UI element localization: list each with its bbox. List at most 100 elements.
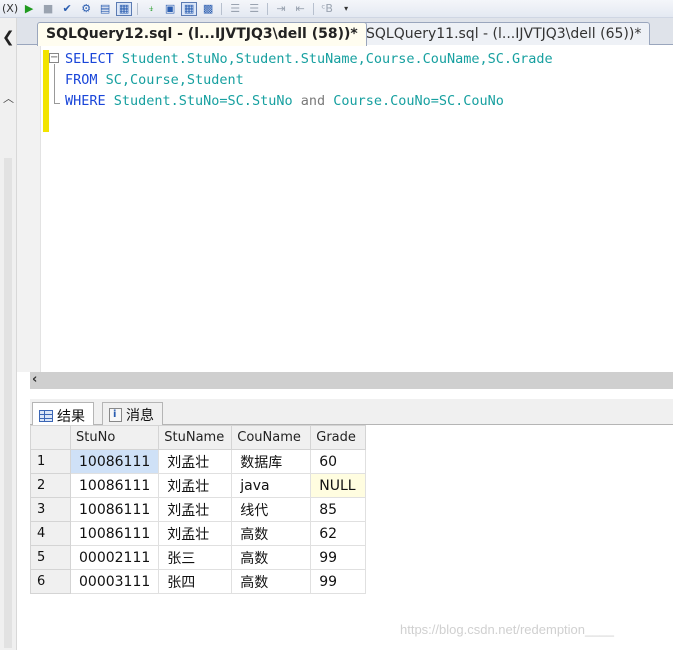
- cell-couname[interactable]: 高数: [231, 521, 312, 546]
- editor-horizontal-scrollbar[interactable]: ‹: [30, 372, 673, 389]
- comment-icon[interactable]: ☰: [227, 2, 243, 16]
- row-number[interactable]: 4: [30, 521, 71, 546]
- toolbar-separator: [137, 2, 139, 15]
- row-number[interactable]: 3: [30, 497, 71, 522]
- cell-stuname[interactable]: 刘孟壮: [158, 449, 233, 474]
- row-number[interactable]: 5: [30, 545, 71, 570]
- watermark: https://blog.csdn.net/redemption____: [400, 622, 614, 637]
- results-table: StuNo StuName CouName Grade 1 10086111 刘…: [30, 425, 367, 594]
- where-condition-1: Student.StuNo=SC.StuNo: [105, 93, 301, 109]
- outline-line: [54, 64, 55, 104]
- cell-grade[interactable]: NULL: [310, 473, 367, 498]
- collapse-panel-icon[interactable]: ❮: [2, 28, 15, 46]
- cell-grade[interactable]: 99: [310, 569, 367, 594]
- grid-icon[interactable]: ▦: [181, 1, 198, 16]
- column-header-couname[interactable]: CouName: [231, 425, 312, 450]
- cell-grade[interactable]: 85: [310, 497, 367, 522]
- row-number[interactable]: 1: [30, 449, 71, 474]
- tab-messages[interactable]: 消息: [102, 402, 163, 425]
- cell-stuno[interactable]: 10086111: [69, 449, 160, 474]
- table-row[interactable]: 4 10086111 刘孟壮 高数 62: [30, 521, 367, 546]
- cell-stuname[interactable]: 张四: [158, 569, 233, 594]
- cell-stuname[interactable]: 刘孟壮: [158, 497, 233, 522]
- code-line-1: SELECT Student.StuNo,Student.StuName,Cou…: [65, 49, 553, 70]
- toolbar-separator: [267, 2, 269, 15]
- column-header-grade[interactable]: Grade: [310, 425, 367, 450]
- cell-couname[interactable]: 高数: [231, 569, 312, 594]
- grid-icon: [39, 409, 53, 422]
- results-to-text-icon[interactable]: ▤: [97, 2, 113, 16]
- keyword-from: FROM: [65, 72, 98, 88]
- specify-values-icon[interactable]: ᶜB: [319, 2, 335, 16]
- tab-messages-label: 消息: [126, 408, 154, 424]
- indent-icon[interactable]: ⇥: [273, 2, 289, 16]
- table-row[interactable]: 2 10086111 刘孟壮 java NULL: [30, 473, 367, 498]
- uncomment-icon[interactable]: ☰: [246, 2, 262, 16]
- outdent-icon[interactable]: ⇤: [292, 2, 308, 16]
- cell-couname[interactable]: 高数: [231, 545, 312, 570]
- cell-stuno[interactable]: 00003111: [69, 569, 160, 594]
- cell-stuname[interactable]: 刘孟壮: [158, 521, 233, 546]
- query-options-icon[interactable]: ▣: [162, 2, 178, 16]
- sql-code: SELECT Student.StuNo,Student.StuName,Cou…: [65, 49, 553, 112]
- outline-end: [54, 103, 60, 104]
- toolbar-separator: [221, 2, 223, 15]
- select-list: Student.StuNo,Student.StuName,Course.Cou…: [113, 51, 553, 67]
- check-icon[interactable]: ✔: [59, 2, 75, 16]
- column-header-stuno[interactable]: StuNo: [69, 425, 160, 450]
- left-scrollbar[interactable]: [4, 158, 12, 648]
- table-row[interactable]: 3 10086111 刘孟壮 线代 85: [30, 497, 367, 522]
- results-grid: StuNo StuName CouName Grade 1 10086111 刘…: [30, 425, 673, 650]
- stop-icon[interactable]: ■: [40, 2, 56, 16]
- cell-stuno[interactable]: 10086111: [69, 521, 160, 546]
- cell-stuno[interactable]: 00002111: [69, 545, 160, 570]
- results-to-grid-icon[interactable]: ▦: [116, 1, 133, 16]
- table-row[interactable]: 1 10086111 刘孟壮 数据库 60: [30, 449, 367, 474]
- code-line-3: WHERE Student.StuNo=SC.StuNo and Course.…: [65, 91, 553, 112]
- menu-label[interactable]: (X): [2, 2, 18, 15]
- row-number-header[interactable]: [30, 425, 71, 450]
- toolbar-overflow-icon[interactable]: ▾: [338, 2, 354, 16]
- scroll-left-icon[interactable]: ‹: [32, 372, 37, 387]
- table-row[interactable]: 5 00002111 张三 高数 99: [30, 545, 367, 570]
- where-condition-2: Course.CouNo=SC.CouNo: [325, 93, 504, 109]
- debug-icon[interactable]: ⚙: [78, 2, 94, 16]
- execute-icon[interactable]: ▶: [21, 2, 37, 16]
- tab-results[interactable]: 结果: [32, 402, 94, 426]
- cell-couname[interactable]: 数据库: [231, 449, 312, 474]
- results-tabbar: 结果 消息: [30, 399, 673, 426]
- keyword-and: and: [300, 93, 326, 109]
- document-tabbar: SQLQuery11.sql - (l...IJVTJQ3\dell (65))…: [17, 18, 673, 46]
- from-list: SC,Course,Student: [97, 72, 244, 88]
- keyword-where: WHERE: [65, 93, 106, 109]
- tab-sqlquery11[interactable]: SQLQuery11.sql - (l...IJVTJQ3\dell (65))…: [357, 22, 651, 45]
- cell-stuname[interactable]: 刘孟壮: [158, 473, 233, 498]
- tab-results-label: 结果: [57, 408, 85, 425]
- cell-stuno[interactable]: 10086111: [69, 497, 160, 522]
- editor-margin: [17, 45, 41, 372]
- table-row[interactable]: 6 00003111 张四 高数 99: [30, 569, 367, 594]
- keyword-select: SELECT: [65, 51, 114, 67]
- left-panel-strip: ❮ ︿: [0, 18, 17, 650]
- outline-collapse-icon[interactable]: −: [49, 53, 59, 63]
- sql-editor[interactable]: − SELECT Student.StuNo,Student.StuName,C…: [17, 45, 673, 372]
- header-row: StuNo StuName CouName Grade: [30, 425, 367, 450]
- cell-grade[interactable]: 62: [310, 521, 367, 546]
- toolbar-separator: [313, 2, 315, 15]
- file-icon[interactable]: ▩: [200, 2, 216, 16]
- scroll-up-icon[interactable]: ︿: [3, 90, 14, 106]
- cell-stuname[interactable]: 张三: [158, 545, 233, 570]
- row-number[interactable]: 2: [30, 473, 71, 498]
- cell-grade[interactable]: 60: [310, 449, 367, 474]
- message-icon: [109, 408, 122, 422]
- cell-stuno[interactable]: 10086111: [69, 473, 160, 498]
- cell-grade[interactable]: 99: [310, 545, 367, 570]
- tab-sqlquery12[interactable]: SQLQuery12.sql - (l...IJVTJQ3\dell (58))…: [37, 22, 367, 46]
- query-toolbar: (X) ▶ ■ ✔ ⚙ ▤ ▦ ⍖ ▣ ▦ ▩ ☰ ☰ ⇥ ⇤ ᶜB ▾: [0, 0, 673, 18]
- cell-couname[interactable]: java: [231, 473, 312, 498]
- column-header-stuname[interactable]: StuName: [158, 425, 233, 450]
- row-number[interactable]: 6: [30, 569, 71, 594]
- include-plan-icon[interactable]: ⍖: [143, 2, 159, 16]
- code-line-2: FROM SC,Course,Student: [65, 70, 553, 91]
- cell-couname[interactable]: 线代: [231, 497, 312, 522]
